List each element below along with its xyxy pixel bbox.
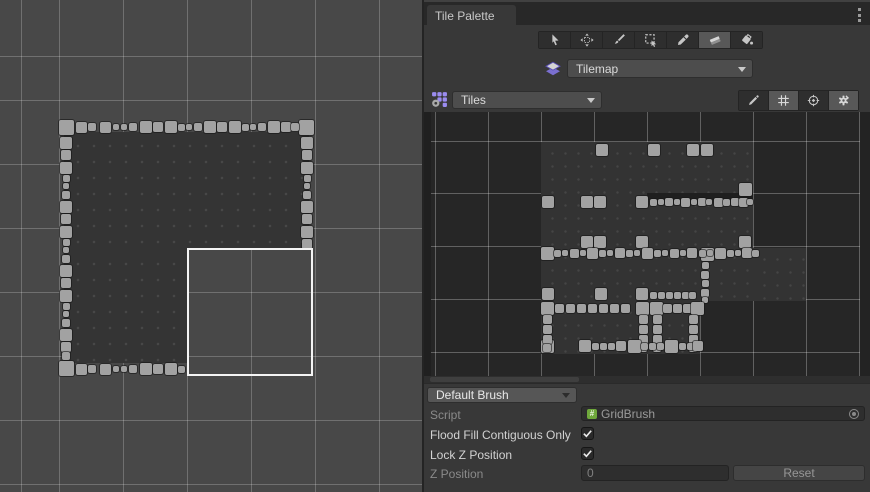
select-tool-button[interactable] [539,32,570,48]
flood-fill-tool-button[interactable] [731,32,762,48]
script-asset-icon: # [587,409,597,419]
palette-select-value: Tiles [461,93,486,107]
move-tool-button[interactable] [571,32,602,48]
gear-brush-icon [837,94,850,107]
active-tilemap-value: Tilemap [576,62,618,76]
palette-left-gutter [424,112,431,376]
move-icon [580,33,594,47]
flood-fill-label: Flood Fill Contiguous Only [430,428,571,442]
palette-horizontal-scrollbar[interactable] [424,376,870,383]
chevron-down-icon [738,67,746,72]
scrollbar-thumb[interactable] [430,377,579,382]
scene-view[interactable] [0,0,422,492]
gizmos-toggle-button[interactable] [799,91,828,110]
checkmark-icon [582,448,593,459]
lock-z-label: Lock Z Position [430,448,512,462]
picker-tool-button[interactable] [667,32,698,48]
palette-option-buttons [738,90,859,111]
flood-fill-checkbox[interactable] [581,427,594,440]
tab-bar: Tile Palette [424,0,870,25]
paintbrush-icon [612,33,626,47]
cursor-icon [548,33,562,47]
tool-strip [538,31,763,49]
checkmark-icon [582,428,593,439]
object-picker-icon[interactable] [849,409,859,419]
eyedropper-icon [676,33,690,47]
palette-select-dropdown[interactable]: Tiles [452,91,602,109]
gizmo-icon [807,94,820,107]
brush-dropdown[interactable]: Default Brush [427,387,577,403]
palette-tiles-icon [431,91,448,108]
pencil-icon [747,94,760,107]
chevron-down-icon [562,393,570,398]
tab-tile-palette[interactable]: Tile Palette [427,5,516,27]
brush-settings-button[interactable] [829,91,858,110]
script-label: Script [430,408,461,422]
eraser-tool-button[interactable] [699,32,730,48]
reset-button[interactable]: Reset [733,465,865,481]
paintbrush-tool-button[interactable] [603,32,634,48]
z-position-field[interactable]: 0 [581,465,729,481]
chevron-down-icon [587,98,595,103]
script-value: GridBrush [601,407,655,421]
tile-palette-panel: Tile Palette Tilemap [422,0,870,492]
lock-z-checkbox[interactable] [581,447,594,460]
eraser-selection-rect [187,248,313,376]
script-field[interactable]: # GridBrush [581,406,865,421]
edit-palette-button[interactable] [739,91,768,110]
box-fill-tool-button[interactable] [635,32,666,48]
eraser-icon [708,33,722,47]
z-position-label: Z Position [430,467,483,481]
z-position-value: 0 [587,466,594,480]
paint-bucket-icon [740,33,754,47]
kebab-menu-icon[interactable] [854,8,864,22]
palette-right-gutter [860,112,870,376]
palette-viewport[interactable] [424,112,870,383]
tilemap-layers-icon [544,60,562,78]
active-tilemap-dropdown[interactable]: Tilemap [567,59,753,78]
brush-dropdown-value: Default Brush [436,388,509,402]
grid-icon [777,94,790,107]
marquee-icon [644,33,658,47]
brush-inspector: Default Brush Script # GridBrush Flood F… [424,383,870,492]
grid-toggle-button[interactable] [769,91,798,110]
